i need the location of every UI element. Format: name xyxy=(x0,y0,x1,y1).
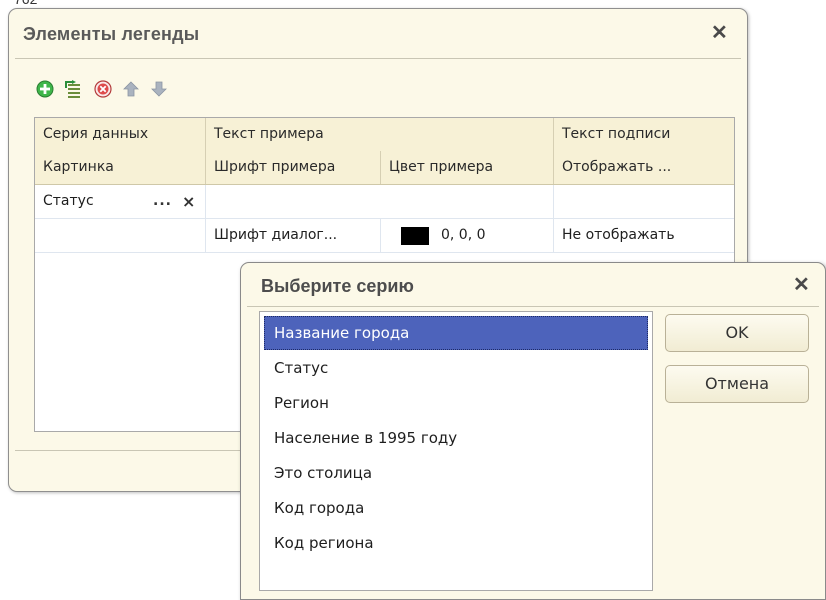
list-item[interactable]: Код города xyxy=(264,491,648,525)
ok-button[interactable]: OK xyxy=(665,314,809,352)
list-item[interactable]: Название города xyxy=(264,316,648,350)
table-row[interactable]: Шрифт диалог... 0, 0, 0 Не отображать xyxy=(35,219,734,253)
cancel-button[interactable]: Отмена xyxy=(665,365,809,403)
list-item[interactable]: Население в 1995 году xyxy=(264,421,648,455)
header-row-2: Картинка Шрифт примера Цвет примера Отоб… xyxy=(35,151,734,185)
sample-font-cell[interactable]: Шрифт диалог... xyxy=(206,219,381,252)
add-icon xyxy=(36,80,54,102)
series-list[interactable]: Название города Статус Регион Население в 1… xyxy=(259,311,653,591)
color-value: 0, 0, 0 xyxy=(441,227,486,243)
list-item[interactable]: Код региона xyxy=(264,526,648,560)
color-swatch xyxy=(401,227,429,245)
sample-color-cell[interactable]: 0, 0, 0 xyxy=(381,219,554,252)
list-item[interactable]: Регион xyxy=(264,386,648,420)
edit-icon xyxy=(63,79,83,103)
close-icon[interactable]: ✕ xyxy=(711,23,728,43)
title-divider xyxy=(15,58,741,59)
move-up-button[interactable] xyxy=(121,81,141,101)
arrow-up-icon xyxy=(122,80,140,102)
page-number: 762 xyxy=(14,0,37,7)
list-item[interactable]: Статус xyxy=(264,351,648,385)
column-header-sample-text[interactable]: Текст примера xyxy=(206,118,554,151)
column-header-sample-font[interactable]: Шрифт примера xyxy=(206,151,381,184)
column-header-display[interactable]: Отображать ... xyxy=(554,151,734,184)
delete-button[interactable] xyxy=(93,80,113,102)
picture-cell[interactable] xyxy=(35,219,206,252)
table-row[interactable]: Статус ... × xyxy=(35,185,734,219)
column-header-label-text[interactable]: Текст подписи xyxy=(554,118,734,151)
select-series-button[interactable]: ... xyxy=(153,185,172,218)
move-down-button[interactable] xyxy=(149,81,169,101)
sample-text-cell[interactable] xyxy=(206,185,554,218)
window-title: Элементы легенды xyxy=(23,24,200,44)
label-text-cell[interactable] xyxy=(554,185,734,218)
list-item[interactable]: Это столица xyxy=(264,456,648,490)
clear-icon[interactable]: × xyxy=(182,185,195,218)
dialog-title: Выберите серию xyxy=(261,276,414,296)
display-cell[interactable]: Не отображать xyxy=(554,219,734,252)
column-header-series[interactable]: Серия данных xyxy=(35,118,206,151)
select-series-dialog: Выберите серию ✕ Название города Статус Ре… xyxy=(240,262,826,600)
change-button[interactable] xyxy=(63,79,83,103)
column-header-picture[interactable]: Картинка xyxy=(35,151,206,184)
arrow-down-icon xyxy=(150,80,168,102)
column-header-sample-color[interactable]: Цвет примера xyxy=(381,151,554,184)
header-row-1: Серия данных Текст примера Текст подписи xyxy=(35,118,734,152)
dialog-close-icon[interactable]: ✕ xyxy=(793,275,810,295)
series-cell[interactable]: Статус ... × xyxy=(35,185,206,218)
dialog-title-divider xyxy=(247,306,819,307)
delete-icon xyxy=(94,80,112,102)
add-button[interactable] xyxy=(35,80,55,102)
series-value: Статус xyxy=(43,193,94,209)
